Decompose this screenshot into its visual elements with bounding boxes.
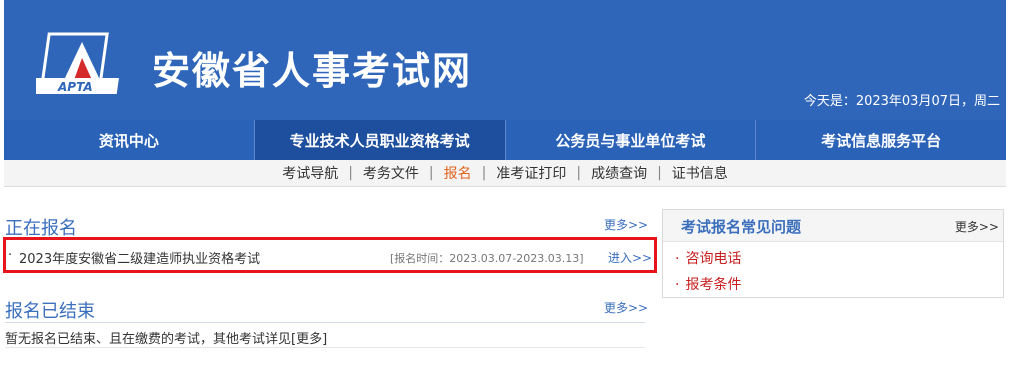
list-item-bullet: · [8, 248, 13, 263]
bullet-icon: · [675, 277, 680, 293]
subnav-certificate-info[interactable]: 证书信息 [672, 163, 728, 183]
exam-registration-link[interactable]: 2023年度安徽省二级建造师执业资格考试 [19, 248, 260, 267]
divider: | [576, 165, 582, 181]
faq-panel: 考试报名常见问题 更多>> · 咨询电话 · 报考条件 [662, 209, 1004, 298]
sub-nav: 考试导航 | 考务文件 | 报名 | 准考证打印 | 成绩查询 | 证书信息 [4, 160, 1006, 187]
subnav-registration[interactable]: 报名 [444, 163, 472, 183]
divider: | [348, 165, 353, 181]
faq-panel-header: 考试报名常见问题 更多>> [663, 210, 1003, 242]
faq-item-label: 报考条件 [685, 277, 742, 293]
apta-logo-icon[interactable]: APTA [36, 28, 136, 98]
subnav-exam-guide[interactable]: 考试导航 [282, 163, 338, 183]
divider: | [657, 165, 662, 181]
faq-item-label: 咨询电话 [685, 251, 742, 267]
enter-link[interactable]: 进入>> [608, 249, 652, 266]
subnav-admission-ticket[interactable]: 准考证打印 [496, 163, 566, 183]
nav-item-service-platform[interactable]: 考试信息服务平台 [756, 120, 1006, 160]
nav-item-civil-service-exam[interactable]: 公务员与事业单位考试 [506, 120, 757, 160]
current-date: 今天是：2023年03月07日，周二 [803, 94, 1000, 109]
main-nav: 资讯中心 专业技术人员职业资格考试 公务员与事业单位考试 考试信息服务平台 [4, 120, 1006, 160]
divider [5, 322, 645, 323]
logo-text: APTA [57, 80, 93, 94]
registration-period: [报名时间：2023.03.07-2023.03.13] [390, 252, 584, 265]
faq-item-requirements[interactable]: · 报考条件 [675, 274, 741, 294]
site-title: 安徽省人事考试网 [152, 49, 473, 93]
subnav-exam-documents[interactable]: 考务文件 [363, 163, 419, 183]
divider: | [428, 165, 434, 181]
faq-more-link[interactable]: 更多>> [955, 218, 999, 235]
ended-more-link[interactable]: 更多>> [604, 299, 648, 316]
subnav-score-query[interactable]: 成绩查询 [591, 163, 647, 183]
bullet-icon: · [675, 251, 680, 267]
nav-item-professional-exam[interactable]: 专业技术人员职业资格考试 [254, 120, 506, 160]
registering-more-link[interactable]: 更多>> [604, 216, 648, 233]
ended-notice: 暂无报名已结束、且在缴费的考试，其他考试详见[更多] [5, 332, 328, 347]
faq-title: 考试报名常见问题 [681, 218, 802, 236]
divider: | [481, 165, 487, 181]
nav-item-news[interactable]: 资讯中心 [4, 120, 255, 160]
section-title-ended: 报名已结束 [5, 301, 95, 322]
faq-item-hotline[interactable]: · 咨询电话 [675, 248, 741, 268]
divider [5, 347, 645, 348]
site-header: APTA 安徽省人事考试网 今天是：2023年03月07日，周二 [4, 0, 1006, 120]
